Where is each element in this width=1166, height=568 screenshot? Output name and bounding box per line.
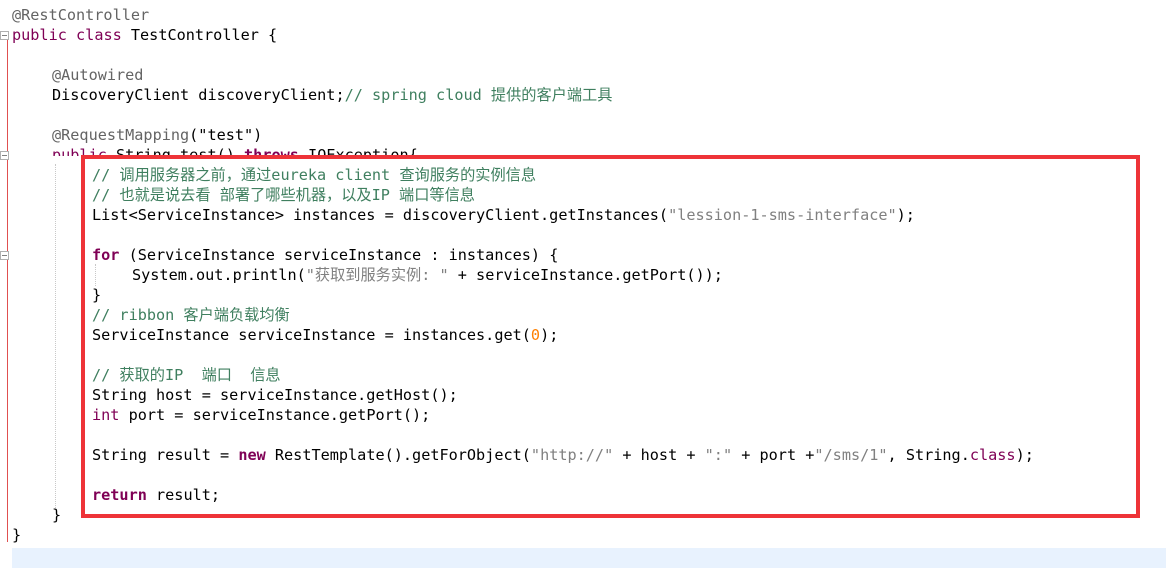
indent-guide	[55, 164, 56, 510]
code-text: + port +	[732, 446, 815, 464]
code-text: String test()	[106, 146, 245, 164]
keyword: class	[76, 26, 122, 44]
keyword: class	[969, 446, 1016, 464]
indent-guide	[95, 264, 96, 286]
fold-bar	[7, 34, 8, 542]
code-text: port = serviceInstance.getPort();	[119, 406, 431, 424]
code-comment: // 调用服务器之前，通过eureka client 查询服务的实例信息	[92, 166, 537, 184]
code-line-17: ServiceInstance serviceInstance = instan…	[92, 325, 558, 345]
keyword: return	[92, 486, 147, 504]
code-line-19: // 获取的IP 端口 信息	[92, 365, 281, 385]
code-line-15: }	[92, 285, 101, 305]
number-literal: 0	[530, 326, 541, 344]
code-comment: // 获取的IP 端口 信息	[92, 366, 281, 384]
keyword: public	[52, 146, 107, 164]
code-line-14: System.out.println("获取到服务实例: " + service…	[132, 265, 723, 285]
code-text: DiscoveryClient discoveryClient;	[52, 86, 345, 104]
code-text: (ServiceInstance serviceInstance : insta…	[119, 246, 559, 264]
string-literal: ":"	[704, 446, 733, 464]
code-text: IOException{	[298, 146, 418, 164]
code-text: List<ServiceInstance> instances = discov…	[92, 206, 669, 224]
code-text: );	[1015, 446, 1034, 464]
code-line-13: for (ServiceInstance serviceInstance : i…	[92, 245, 558, 265]
code-line-5: DiscoveryClient discoveryClient;// sprin…	[52, 85, 612, 105]
code-text: );	[896, 206, 915, 224]
code-line-21: int port = serviceInstance.getPort();	[92, 405, 430, 425]
code-text: }	[52, 506, 62, 524]
code-line-23: String result = new RestTemplate().getFo…	[92, 445, 1034, 465]
string-literal: "lession-1-sms-interface"	[668, 206, 897, 224]
code-line-26: }	[52, 505, 61, 525]
keyword: throws	[244, 146, 299, 164]
fold-toggle-method[interactable]	[0, 151, 9, 160]
code-text: );	[540, 326, 559, 344]
code-text: + serviceInstance.getPort());	[448, 266, 723, 284]
code-line-11: List<ServiceInstance> instances = discov…	[92, 205, 915, 225]
keyword: new	[238, 446, 266, 464]
code-line-10: // 也就是说去看 部署了哪些机器，以及IP 端口等信息	[92, 185, 475, 205]
code-editor[interactable]: @RestController public class TestControl…	[0, 0, 1166, 568]
code-text: }	[92, 286, 102, 304]
string-literal: "/sms/1"	[814, 446, 888, 464]
code-comment: // 也就是说去看 部署了哪些机器，以及IP 端口等信息	[92, 186, 475, 204]
code-text: TestController {	[121, 26, 278, 44]
string-literal: "http://"	[530, 446, 614, 464]
current-line-highlight	[12, 548, 1166, 568]
code-comment: // ribbon 客户端负载均衡	[92, 306, 290, 324]
code-text: String host = serviceInstance.getHost();	[92, 386, 458, 404]
code-line-8: public String test() throws IOException{	[52, 145, 418, 164]
code-text: System.out.println(	[132, 266, 306, 284]
code-line-27: }	[12, 525, 21, 545]
fold-toggle-for[interactable]	[0, 251, 9, 260]
code-text: }	[12, 526, 22, 544]
annotation: @RestController	[12, 6, 150, 24]
code-text: RestTemplate().getForObject(	[265, 446, 531, 464]
code-text: ServiceInstance serviceInstance = instan…	[92, 326, 531, 344]
code-comment: // spring cloud 提供的客户端工具	[344, 86, 613, 104]
code-text: , String.	[887, 446, 970, 464]
string-literal: "获取到服务实例: "	[305, 266, 449, 284]
code-line-9: // 调用服务器之前，通过eureka client 查询服务的实例信息	[92, 165, 536, 185]
code-text: + host +	[613, 446, 705, 464]
code-line-7: @RequestMapping("test")	[52, 125, 262, 145]
code-line-1: @RestController	[12, 5, 149, 25]
annotation: @Autowired	[52, 66, 144, 84]
code-line-20: String host = serviceInstance.getHost();	[92, 385, 458, 405]
code-line-16: // ribbon 客户端负载均衡	[92, 305, 290, 325]
annotation: @RequestMapping	[52, 126, 190, 144]
keyword: public	[12, 26, 67, 44]
code-line-25: return result;	[92, 485, 220, 505]
code-line-4: @Autowired	[52, 65, 143, 85]
keyword: for	[92, 246, 120, 264]
code-text: ("test")	[189, 126, 263, 144]
keyword: int	[92, 406, 120, 424]
code-text: result;	[146, 486, 221, 504]
fold-toggle-class[interactable]	[0, 31, 9, 40]
code-text: String result =	[92, 446, 239, 464]
code-line-2: public class TestController {	[12, 25, 277, 45]
